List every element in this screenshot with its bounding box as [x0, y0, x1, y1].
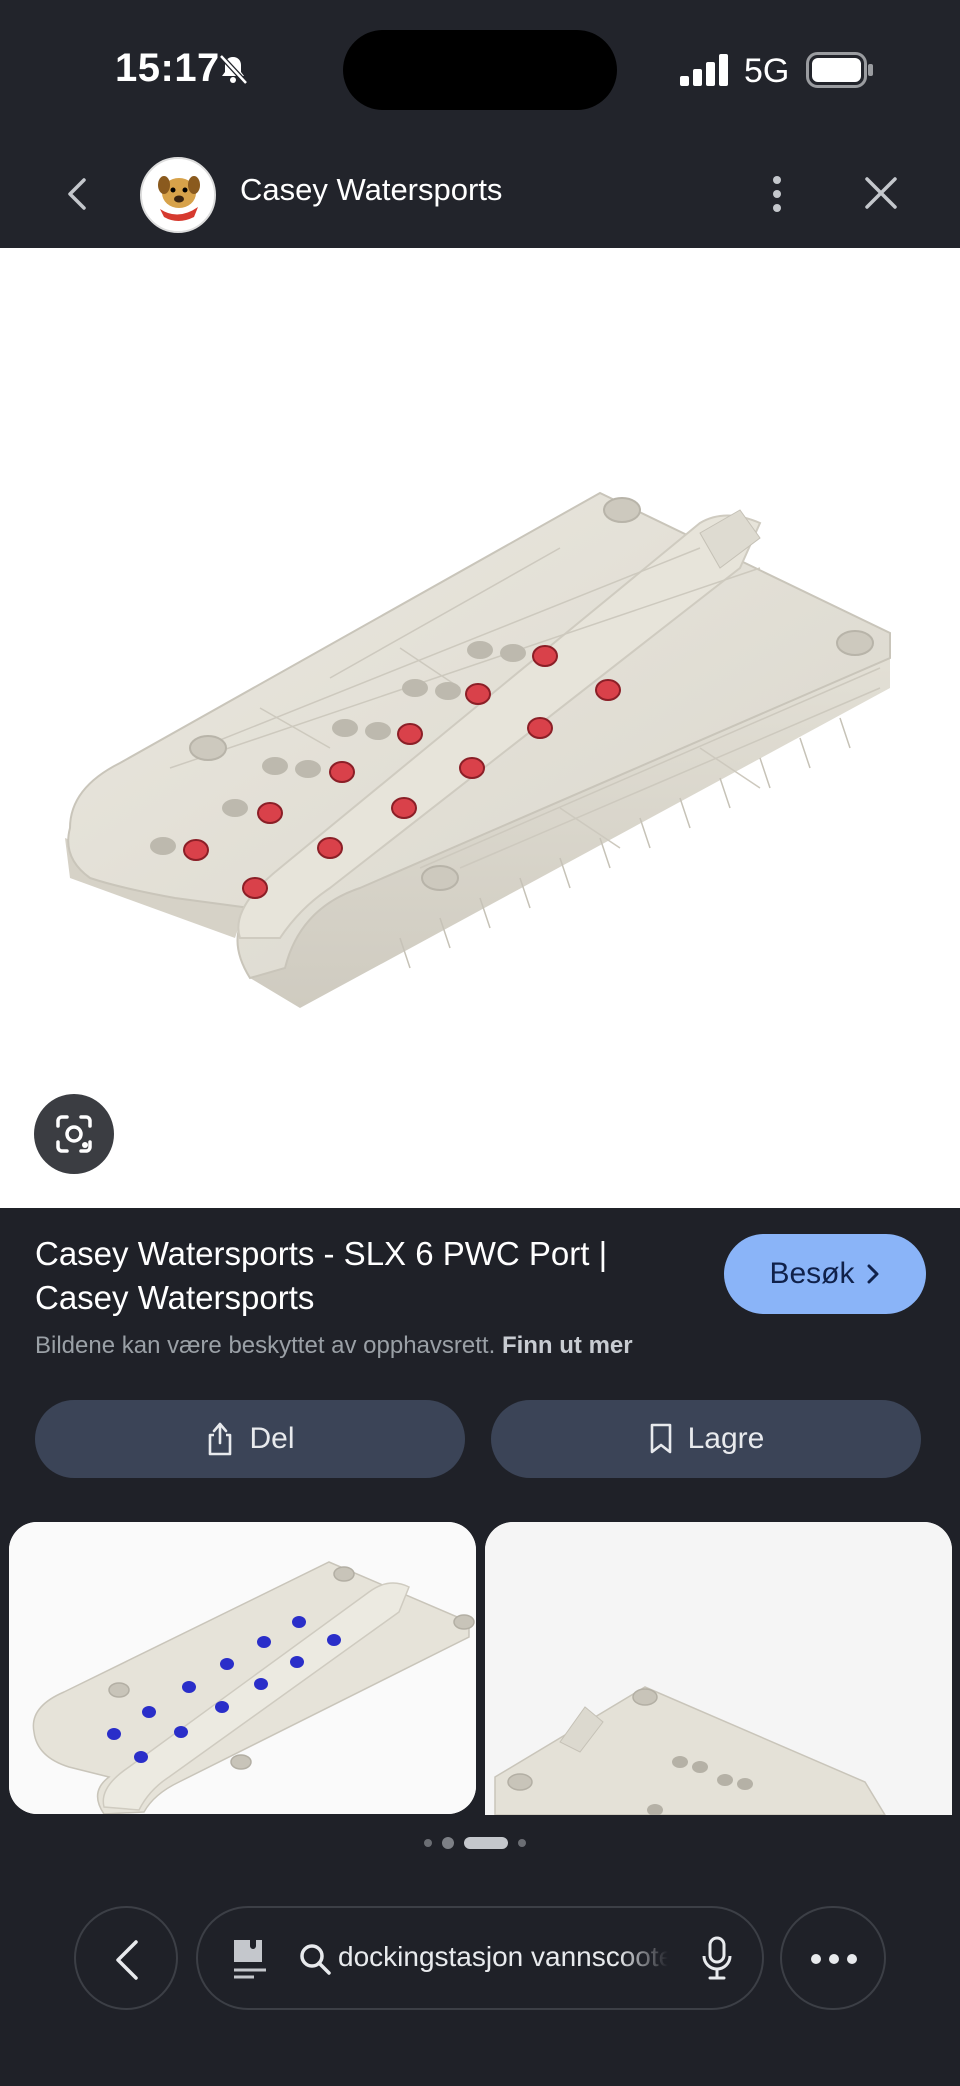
save-label: Lagre: [687, 1422, 765, 1455]
status-bar: 15:17 5G: [0, 0, 960, 140]
preview-image[interactable]: [0, 248, 960, 1208]
copyright-notice: Bildene kan være beskyttet av opphavsret…: [35, 1332, 633, 1360]
site-title: Casey Watersports: [240, 172, 503, 207]
close-icon[interactable]: [862, 174, 900, 212]
copyright-text: Bildene kan være beskyttet av opphavsret…: [35, 1332, 496, 1359]
signal-icon: [680, 54, 730, 86]
back-arrow-icon[interactable]: [60, 174, 96, 214]
related-dock-closeup: [485, 1522, 952, 1815]
related-image[interactable]: [9, 1522, 476, 1814]
bookmark-icon: [648, 1422, 674, 1456]
app-header: Casey Watersports: [0, 140, 960, 248]
visit-button[interactable]: Besøk: [724, 1234, 926, 1314]
search-bar[interactable]: dockingstasjon vannscooter: [196, 1906, 764, 2010]
network-type: 5G: [744, 52, 790, 90]
dynamic-island: [343, 30, 617, 110]
learn-more-link[interactable]: Finn ut mer: [502, 1332, 633, 1359]
bottom-bar: dockingstasjon vannscooter: [0, 1890, 960, 2086]
back-arrow-icon: [108, 1938, 148, 1982]
related-dock-blue: [9, 1522, 476, 1814]
related-image[interactable]: [485, 1522, 952, 1815]
pager-dot: [518, 1839, 526, 1847]
more-vert-icon[interactable]: [762, 170, 792, 218]
pwc-dock-illustration: [65, 491, 891, 1008]
carousel-pager: [424, 1836, 544, 1850]
share-label: Del: [249, 1422, 295, 1455]
chevron-right-icon: [865, 1262, 881, 1286]
visit-button-label: Besøk: [769, 1257, 855, 1290]
search-icon: [298, 1942, 332, 1976]
ellipsis-icon: [810, 1953, 858, 1965]
pager-dot: [442, 1837, 454, 1849]
lens-icon: [34, 1094, 114, 1174]
lens-button[interactable]: [34, 1094, 114, 1174]
pager-dot: [424, 1839, 432, 1847]
battery-icon: [806, 52, 874, 88]
nav-back-button[interactable]: [74, 1906, 178, 2010]
share-button[interactable]: Del: [35, 1400, 465, 1478]
bell-slash-icon: [216, 52, 250, 86]
search-query: dockingstasjon vannscooter: [338, 1941, 668, 1972]
overflow-menu-button[interactable]: [780, 1906, 886, 2010]
result-title[interactable]: Casey Watersports - SLX 6 PWC Port | Cas…: [35, 1232, 675, 1320]
site-avatar: [140, 157, 216, 233]
share-icon: [205, 1421, 235, 1457]
lens-tray-icon[interactable]: [230, 1936, 270, 1984]
pager-dot-active: [464, 1837, 508, 1849]
status-time: 15:17: [115, 46, 220, 90]
mic-icon[interactable]: [700, 1936, 734, 1982]
save-button[interactable]: Lagre: [491, 1400, 921, 1478]
